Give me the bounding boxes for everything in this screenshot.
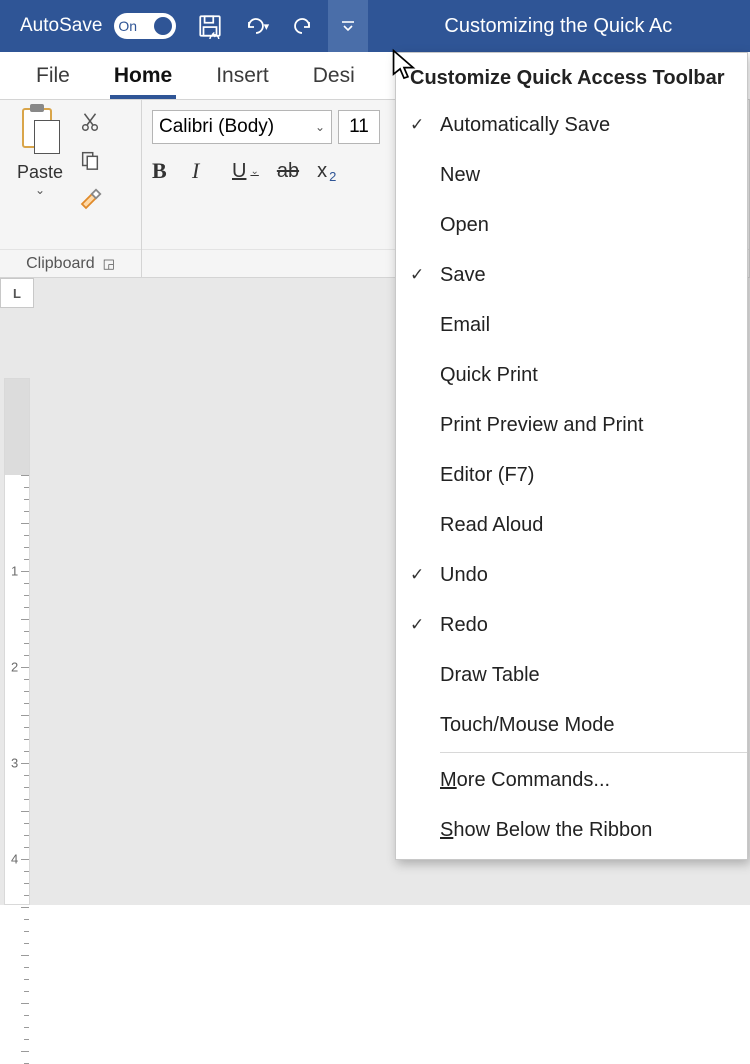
clipboard-group-label: Clipboard: [26, 255, 94, 273]
menu-item[interactable]: Touch/Mouse Mode: [396, 700, 747, 750]
format-painter-button[interactable]: [76, 184, 104, 212]
ruler-mark: 3: [11, 756, 18, 771]
strikethrough-button[interactable]: ab: [277, 160, 299, 183]
menu-item[interactable]: ✓Redo: [396, 600, 747, 650]
paste-button[interactable]: Paste ⌄: [8, 106, 72, 249]
menu-item-label: Email: [440, 314, 747, 337]
menu-item-label: Automatically Save: [440, 114, 747, 137]
menu-item-label: Quick Print: [440, 364, 747, 387]
customize-qat-button[interactable]: [328, 0, 368, 52]
menu-item[interactable]: Quick Print: [396, 350, 747, 400]
save-button[interactable]: [190, 6, 230, 46]
cut-button[interactable]: [76, 108, 104, 136]
vertical-ruler[interactable]: 1 2 3 4: [4, 378, 30, 905]
ribbon-group-clipboard: Paste ⌄: [0, 100, 142, 277]
check-icon: ✓: [410, 565, 440, 585]
menu-item-show-below-ribbon[interactable]: Show Below the Ribbon: [396, 805, 747, 855]
tab-design[interactable]: Desi: [291, 52, 377, 99]
menu-item-label: Undo: [440, 564, 747, 587]
toggle-knob-icon: [154, 17, 172, 35]
menu-item-label: Save: [440, 264, 747, 287]
document-title: Customizing the Quick Ac: [444, 15, 672, 38]
ruler-mark: 1: [11, 564, 18, 579]
copy-button[interactable]: [76, 146, 104, 174]
autosave-toggle[interactable]: On: [114, 13, 176, 39]
ruler-corner[interactable]: L: [0, 278, 34, 308]
menu-item[interactable]: ✓Save: [396, 250, 747, 300]
menu-item[interactable]: Draw Table: [396, 650, 747, 700]
menu-item-label: Draw Table: [440, 664, 747, 687]
menu-separator: [440, 752, 747, 753]
font-name-select[interactable]: Calibri (Body) ⌄: [152, 110, 332, 144]
menu-item-label: Read Aloud: [440, 514, 747, 537]
chevron-down-icon: ⌄: [250, 166, 258, 177]
dialog-launcher-icon[interactable]: ◲: [103, 256, 115, 272]
menu-item-label: Touch/Mouse Mode: [440, 714, 747, 737]
menu-item[interactable]: Editor (F7): [396, 450, 747, 500]
menu-item-label: Editor (F7): [440, 464, 747, 487]
menu-header: Customize Quick Access Toolbar: [396, 53, 747, 100]
underline-button[interactable]: U ⌄: [232, 160, 259, 183]
menu-item-label: Print Preview and Print: [440, 414, 747, 437]
menu-item[interactable]: ✓Undo: [396, 550, 747, 600]
menu-item-label: Open: [440, 214, 747, 237]
customize-qat-menu: Customize Quick Access Toolbar ✓Automati…: [395, 52, 748, 860]
autosave-label: AutoSave: [20, 15, 102, 37]
menu-item[interactable]: Read Aloud: [396, 500, 747, 550]
check-icon: ✓: [410, 615, 440, 635]
tab-insert[interactable]: Insert: [194, 52, 291, 99]
font-size-input[interactable]: 11: [338, 110, 380, 144]
redo-button[interactable]: [282, 6, 322, 46]
menu-item-more-commands[interactable]: More Commands...: [396, 755, 747, 805]
menu-item[interactable]: ✓Automatically Save: [396, 100, 747, 150]
subscript-button[interactable]: x2: [317, 160, 339, 183]
menu-item-label: New: [440, 164, 747, 187]
menu-item[interactable]: Print Preview and Print: [396, 400, 747, 450]
menu-item-label: Redo: [440, 614, 747, 637]
ruler-mark: 2: [11, 660, 18, 675]
menu-item[interactable]: Email: [396, 300, 747, 350]
title-bar: AutoSave On ▾ Customizing the Quick Ac: [0, 0, 750, 52]
italic-button[interactable]: I: [192, 158, 214, 184]
paste-icon: [18, 106, 62, 158]
chevron-down-icon[interactable]: ⌄: [35, 183, 45, 197]
bold-button[interactable]: B: [152, 158, 174, 184]
chevron-down-icon[interactable]: ▾: [264, 20, 270, 33]
check-icon: ✓: [410, 115, 440, 135]
menu-item[interactable]: New: [396, 150, 747, 200]
ruler-mark: 4: [11, 852, 18, 867]
chevron-down-icon: ⌄: [315, 120, 325, 134]
menu-item[interactable]: Open: [396, 200, 747, 250]
tab-home[interactable]: Home: [92, 52, 194, 99]
undo-button[interactable]: ▾: [236, 6, 276, 46]
paste-label: Paste: [17, 162, 63, 183]
autosave-state: On: [118, 18, 137, 34]
tab-file[interactable]: File: [14, 52, 92, 99]
check-icon: ✓: [410, 265, 440, 285]
